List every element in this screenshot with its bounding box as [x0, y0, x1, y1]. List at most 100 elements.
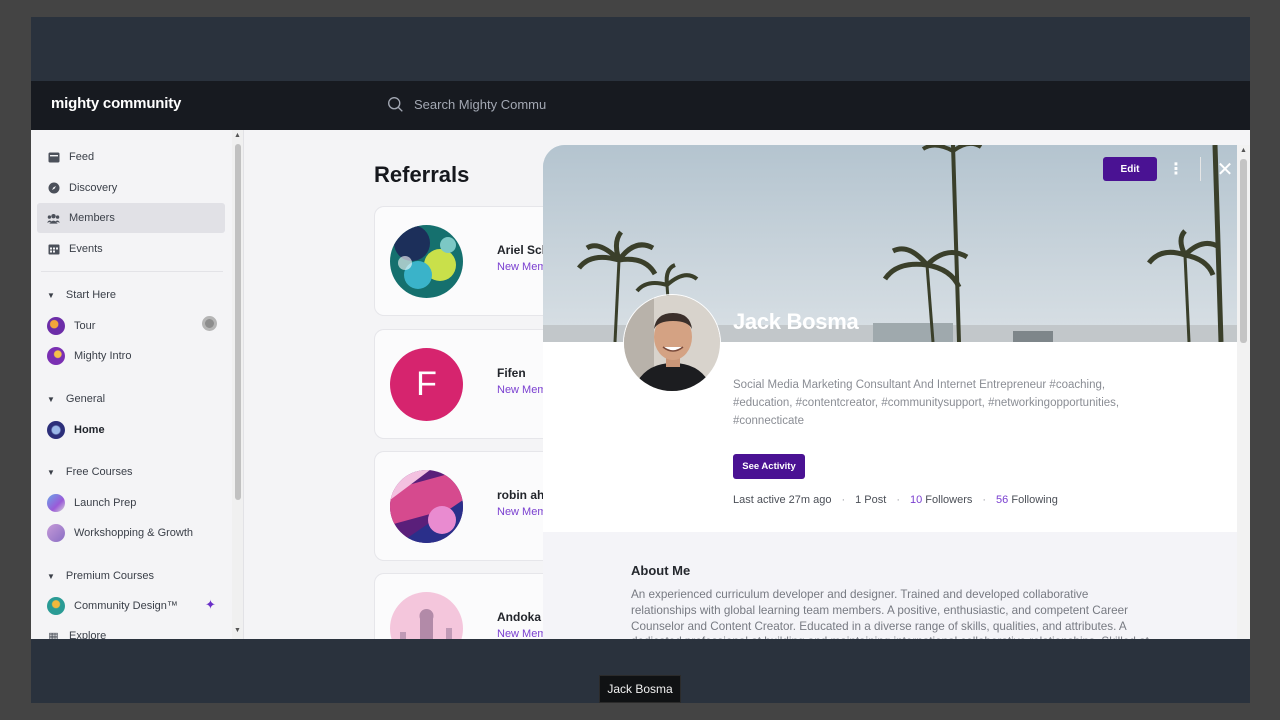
workshopping-avatar [47, 524, 65, 542]
caret-down-icon: ▼ [47, 571, 55, 581]
member-name[interactable]: Ariel Sch [497, 243, 549, 257]
sidebar-item-launch-prep[interactable]: Launch Prep [37, 488, 225, 518]
caret-down-icon: ▼ [47, 467, 55, 477]
section-label: Free Courses [65, 466, 133, 478]
sidebar-item-label: Discovery [69, 182, 118, 194]
post-count[interactable]: 1 Post [855, 494, 886, 506]
section-general[interactable]: ▼ General [47, 393, 105, 405]
scroll-up-icon[interactable]: ▲ [1240, 147, 1247, 154]
followers-count: 10 [909, 494, 923, 506]
about-section: About Me An experienced curriculum devel… [543, 532, 1237, 639]
member-avatar [390, 225, 463, 298]
member-status: New Mem [497, 261, 547, 273]
separator-dot: · [841, 494, 846, 506]
sidebar-scrollbar[interactable]: ▲ ▼ [232, 130, 243, 639]
sidebar-item-home[interactable]: Home [37, 415, 225, 445]
app-logo[interactable]: mighty community [51, 95, 181, 112]
notification-dot [202, 316, 217, 331]
sidebar-item-label: Community Design™ [74, 600, 178, 612]
caret-down-icon: ▼ [47, 394, 55, 404]
member-name[interactable]: Andoka [497, 610, 541, 624]
section-free-courses[interactable]: ▼ Free Courses [47, 466, 133, 478]
sidebar-item-label: Workshopping & Growth [74, 527, 194, 539]
following-link[interactable]: 56 Following [996, 494, 1058, 506]
sidebar-item-label: Mighty Intro [74, 350, 132, 362]
about-text: An experienced curriculum developer and … [631, 588, 1149, 639]
member-name[interactable]: Fifen [497, 366, 526, 380]
section-label: Start Here [65, 289, 117, 301]
top-bar: mighty community Search Mighty Commu [31, 81, 1250, 130]
scroll-down-icon[interactable]: ▼ [234, 627, 241, 634]
members-icon [47, 212, 60, 225]
profile-bio: Social Media Marketing Consultant And In… [733, 379, 1120, 427]
tour-avatar [47, 317, 65, 335]
name-tooltip: Jack Bosma [599, 675, 681, 703]
search-icon [388, 97, 403, 112]
sparkle-icon: ✦ [205, 597, 216, 612]
about-title: About Me [631, 563, 691, 578]
member-avatar: F [390, 348, 463, 421]
search-bar[interactable]: Search Mighty Commu [387, 96, 546, 113]
sidebar-item-mighty-intro[interactable]: Mighty Intro [37, 341, 225, 371]
close-icon[interactable]: ✕ [1213, 157, 1237, 181]
more-options-icon[interactable]: ⋮ [1168, 158, 1184, 180]
member-status: New Mem [497, 506, 547, 518]
member-name[interactable]: robin ah [497, 488, 544, 502]
sidebar-item-events[interactable]: Events [37, 234, 225, 264]
edit-profile-button[interactable]: Edit [1103, 157, 1157, 181]
sidebar-scroll-thumb[interactable] [235, 144, 241, 500]
sidebar-item-label: Launch Prep [74, 497, 137, 509]
sidebar-item-discovery[interactable]: Discovery [37, 173, 225, 203]
section-label: Premium Courses [65, 570, 154, 582]
following-count: 56 [996, 494, 1009, 506]
profile-scroll-thumb[interactable] [1240, 159, 1247, 343]
see-activity-button[interactable]: See Activity [733, 454, 805, 479]
feed-icon [47, 151, 60, 164]
section-label: General [65, 393, 106, 405]
launch-prep-avatar [47, 494, 65, 512]
followers-link[interactable]: 10 Followers [910, 494, 972, 506]
separator-dot: · [982, 494, 987, 506]
home-avatar [47, 421, 65, 439]
search-placeholder: Search Mighty Commu [414, 97, 547, 112]
sidebar-item-label: Explore [69, 630, 107, 639]
sidebar-item-community-design[interactable]: Community Design™ [37, 591, 225, 621]
sidebar-item-workshopping[interactable]: Workshopping & Growth [37, 518, 225, 548]
profile-panel: Edit ⋮ ✕ Jack Bosma Social Media Marketi… [543, 145, 1250, 639]
mighty-intro-avatar [47, 347, 65, 365]
last-active: Last active 27m ago [733, 494, 832, 506]
member-status: New Mem [497, 384, 547, 396]
member-avatar [390, 592, 463, 639]
avatar-initial: F [416, 365, 437, 403]
section-start-here[interactable]: ▼ Start Here [47, 289, 116, 301]
sidebar-item-label: Tour [74, 320, 96, 332]
window-frame: mighty community Search Mighty Commu Fee… [31, 17, 1250, 703]
member-avatar [390, 470, 463, 543]
section-premium-courses[interactable]: ▼ Premium Courses [47, 570, 154, 582]
sidebar-item-label: Members [69, 212, 115, 224]
sidebar-item-tour[interactable]: Tour [37, 311, 225, 341]
following-label: Following [1011, 494, 1058, 506]
header-divider [1200, 157, 1201, 181]
separator-dot: · [896, 494, 900, 506]
compass-icon [47, 182, 60, 195]
sidebar-divider [41, 271, 223, 272]
sidebar-item-label: Events [69, 243, 103, 255]
profile-stats: Last active 27m ago · 1 Post · 10 Follow… [733, 494, 1058, 506]
app-window: mighty community Search Mighty Commu Fee… [31, 81, 1250, 639]
sidebar: Feed Discovery Members Events ▼ Start He… [31, 130, 244, 639]
followers-label: Followers [925, 494, 973, 506]
calendar-icon [47, 243, 60, 256]
profile-name: Jack Bosma [733, 309, 859, 334]
page-title: Referrals [374, 162, 470, 187]
grid-icon: ▦ [48, 630, 59, 640]
sidebar-item-label: Feed [69, 151, 95, 163]
sidebar-item-members[interactable]: Members [37, 203, 225, 233]
community-design-avatar [47, 597, 65, 615]
sidebar-item-explore[interactable]: ▦ Explore [37, 621, 225, 639]
scroll-up-icon[interactable]: ▲ [234, 132, 241, 139]
profile-scrollbar[interactable]: ▲ ▼ [1237, 145, 1250, 639]
caret-down-icon: ▼ [47, 290, 55, 300]
sidebar-item-feed[interactable]: Feed [37, 142, 225, 172]
sidebar-item-label: Home [74, 424, 105, 436]
